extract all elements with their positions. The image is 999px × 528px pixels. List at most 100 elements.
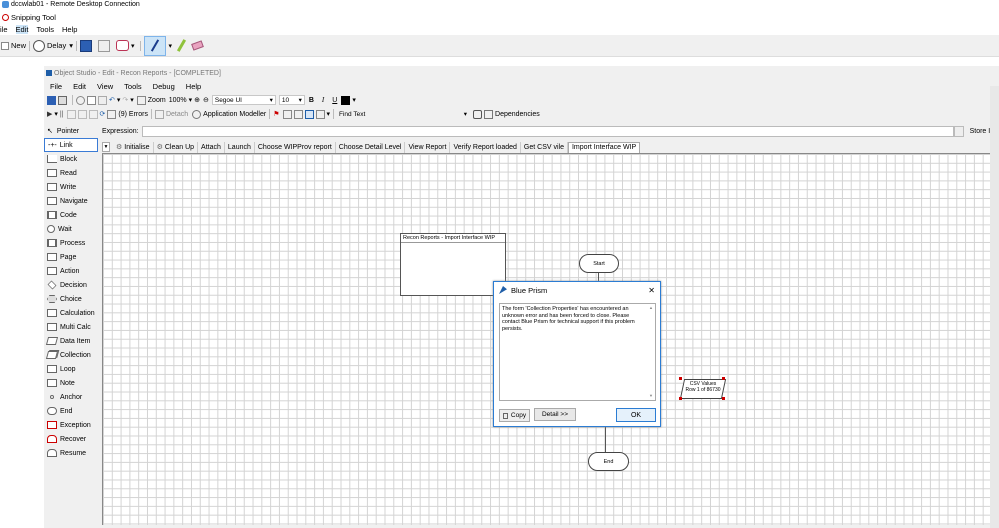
tab-launch[interactable]: Launch — [225, 141, 255, 153]
chevron-down-icon[interactable]: ▾ — [130, 96, 134, 104]
zoom-value[interactable]: 100% — [169, 97, 187, 104]
end-stage[interactable]: End — [588, 452, 629, 471]
selection-handle[interactable] — [679, 377, 682, 380]
snip-menu-file[interactable]: ile — [0, 25, 8, 34]
save-icon[interactable] — [47, 95, 56, 105]
palette-item-loop[interactable]: Loop — [44, 362, 100, 376]
step-icon[interactable] — [66, 109, 76, 119]
delay-button[interactable]: Delay ▾ — [33, 39, 73, 52]
palette-item-decision[interactable]: Decision — [44, 278, 100, 292]
snip-menu-edit[interactable]: Edit — [15, 25, 29, 34]
tab-import-interface-wip[interactable]: Import Interface WIP — [567, 141, 641, 153]
zoom-out-icon[interactable]: ⊖ — [203, 96, 209, 104]
detach-button[interactable]: Detach — [166, 111, 188, 118]
selection-handle[interactable] — [722, 377, 725, 380]
menu-view[interactable]: View — [97, 82, 113, 91]
underline-button[interactable]: U — [332, 97, 337, 104]
redo-icon[interactable]: ↷ — [122, 96, 128, 104]
copy-button[interactable]: Copy — [499, 409, 530, 422]
palette-item-collection[interactable]: Collection — [44, 348, 100, 362]
menu-tools[interactable]: Tools — [124, 82, 142, 91]
step-out-icon[interactable] — [88, 109, 98, 119]
start-stage[interactable]: Start — [579, 254, 619, 273]
palette-item-write[interactable]: Write — [44, 180, 100, 194]
palette-item-note[interactable]: Note — [44, 376, 100, 390]
snip-menu-help[interactable]: Help — [62, 25, 77, 34]
detail-button[interactable]: Detail >> — [534, 408, 576, 421]
palette-item-code[interactable]: Code — [44, 208, 100, 222]
menu-file[interactable]: File — [50, 82, 62, 91]
palette-item-anchor[interactable]: Anchor — [44, 390, 100, 404]
palette-item-calculation[interactable]: Calculation — [44, 306, 100, 320]
menu-edit[interactable]: Edit — [73, 82, 86, 91]
snip-menu-tools[interactable]: Tools — [36, 25, 54, 34]
expression-expand-button[interactable] — [953, 125, 964, 137]
step-over-icon[interactable] — [77, 109, 87, 119]
pen-button[interactable] — [144, 35, 167, 56]
tab-clean-up[interactable]: ⚙ Clean Up — [154, 141, 199, 153]
expression-input[interactable] — [141, 125, 954, 137]
dialog-message-box[interactable]: The form 'Collection Properties' has enc… — [499, 303, 656, 401]
chevron-down-icon[interactable]: ▾ — [189, 96, 193, 104]
eraser-icon[interactable] — [191, 40, 204, 51]
application-modeller-button[interactable]: Application Modeller — [203, 111, 266, 118]
palette-item-choice[interactable]: Choice — [44, 292, 100, 306]
scroll-up-icon[interactable]: ▲ — [649, 305, 653, 312]
chevron-down-icon[interactable]: ▾ — [131, 42, 135, 50]
refresh-icon[interactable]: ⟳ — [100, 110, 106, 118]
watch-icon[interactable] — [282, 109, 292, 119]
play-icon[interactable]: ▶ — [47, 110, 52, 118]
tab-verify-report-loaded[interactable]: Verify Report loaded — [450, 141, 521, 153]
message-scrollbar[interactable]: ▲ ▼ — [648, 305, 654, 399]
palette-item-exception[interactable]: Exception — [44, 418, 100, 432]
palette-item-read[interactable]: Read — [44, 166, 100, 180]
find-icon[interactable] — [293, 109, 303, 119]
menu-help[interactable]: Help — [186, 82, 201, 91]
palette-item-resume[interactable]: Resume — [44, 446, 100, 460]
undo-icon[interactable]: ↶ — [109, 96, 115, 104]
palette-item-action[interactable]: Action — [44, 264, 100, 278]
binoculars-icon[interactable] — [473, 109, 483, 119]
tab-choose-detail-level[interactable]: Choose Detail Level — [336, 141, 406, 153]
errors-button[interactable]: (9) Errors — [118, 111, 148, 118]
paste-icon[interactable] — [98, 95, 107, 105]
chevron-down-icon[interactable]: ▾ — [327, 110, 331, 118]
highlighter-icon[interactable] — [176, 39, 187, 52]
snap-icon[interactable] — [315, 109, 325, 119]
chevron-down-icon[interactable]: ▾ — [168, 42, 172, 50]
bold-button[interactable]: B — [309, 97, 314, 104]
cut-icon[interactable] — [76, 95, 85, 105]
tab-get-csv-vile[interactable]: Get CSV vile — [521, 141, 568, 153]
copy-icon[interactable] — [97, 39, 110, 52]
pause-icon[interactable]: || — [60, 111, 64, 118]
close-icon[interactable]: ✕ — [648, 286, 655, 295]
text-color-icon[interactable] — [341, 95, 351, 105]
find-text-combo[interactable]: Find Text ▾ — [337, 109, 469, 119]
menu-debug[interactable]: Debug — [153, 82, 175, 91]
tabs-dropdown-icon[interactable]: ▼ — [102, 142, 110, 152]
palette-item-block[interactable]: Block — [44, 152, 100, 166]
save-icon[interactable] — [79, 39, 92, 52]
ok-button[interactable]: OK — [616, 408, 656, 422]
zoom-in-icon[interactable]: ⊕ — [194, 96, 200, 104]
palette-item-process[interactable]: Process — [44, 236, 100, 250]
chevron-down-icon[interactable]: ▾ — [352, 96, 356, 104]
palette-item-end[interactable]: End — [44, 404, 100, 418]
palette-item-navigate[interactable]: Navigate — [44, 194, 100, 208]
tab-view-report[interactable]: View Report — [405, 141, 451, 153]
font-size-select[interactable]: 10 ▾ — [278, 95, 305, 105]
palette-item-link[interactable]: -+- Link — [44, 138, 98, 152]
palette-item-wait[interactable]: Wait — [44, 222, 100, 236]
print-icon[interactable] — [58, 95, 67, 105]
italic-button[interactable]: I — [322, 96, 324, 104]
tab-attach[interactable]: Attach — [198, 141, 225, 153]
selection-handle[interactable] — [722, 397, 725, 400]
breakpoint-flag-icon[interactable]: ⚑ — [273, 110, 279, 118]
font-family-select[interactable]: Segoe UI ▾ — [211, 95, 276, 105]
chevron-down-icon[interactable]: ▾ — [117, 96, 121, 104]
new-snip-button[interactable]: New — [1, 41, 26, 50]
palette-item-page[interactable]: Page — [44, 250, 100, 264]
palette-item-recover[interactable]: Recover — [44, 432, 100, 446]
palette-item-pointer[interactable]: ↖ Pointer — [44, 124, 100, 138]
palette-item-multi-calc[interactable]: Multi Calc — [44, 320, 100, 334]
